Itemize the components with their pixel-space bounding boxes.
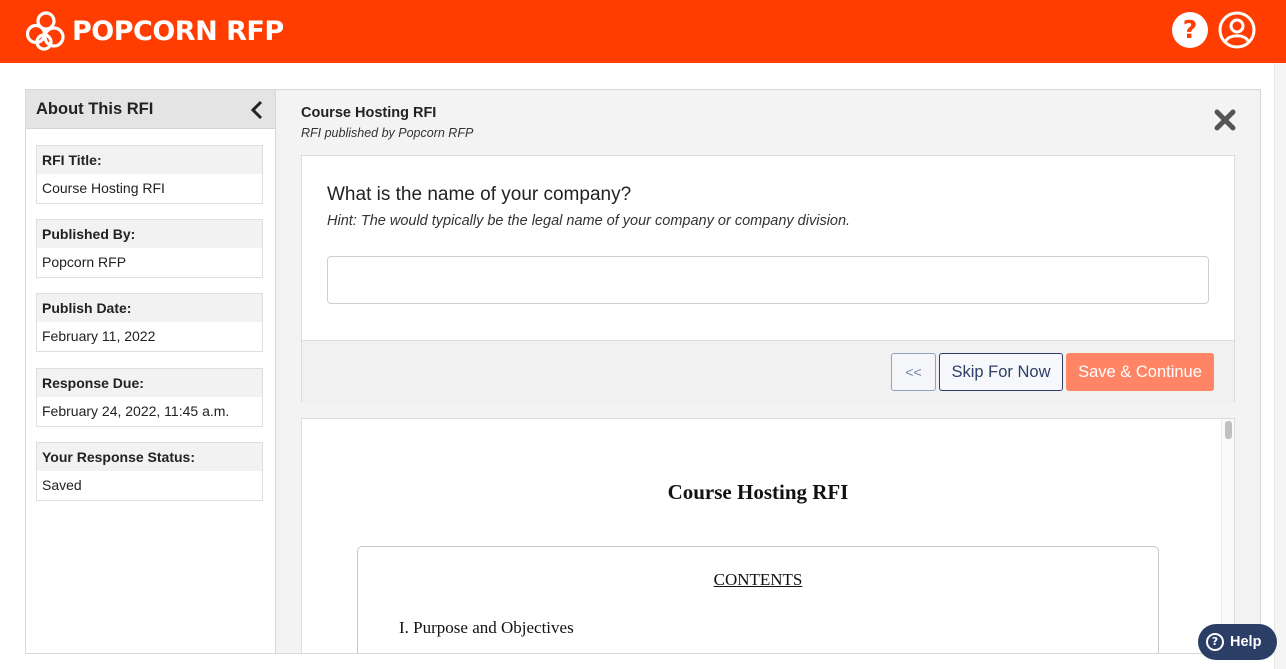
question-circle-icon: ? — [1206, 633, 1224, 651]
document-scrollbar-thumb[interactable] — [1225, 421, 1232, 439]
document-title: Course Hosting RFI — [667, 480, 849, 504]
document-scrollbar[interactable] — [1221, 419, 1234, 653]
question-hint: Hint: The would typically be the legal n… — [327, 213, 851, 229]
previous-question-button[interactable]: << — [891, 353, 936, 391]
brand-logo[interactable]: POPCORN RFP — [24, 9, 284, 53]
rfi-title: Course Hosting RFI — [301, 105, 437, 121]
help-widget-label: Help — [1230, 634, 1262, 650]
meta-rfi-title: RFI Title: Course Hosting RFI — [36, 145, 263, 204]
meta-value: Course Hosting RFI — [42, 180, 165, 196]
meta-published-by: Published By: Popcorn RFP — [36, 219, 263, 278]
meta-label: RFI Title: — [37, 146, 262, 174]
meta-response-status: Your Response Status: Saved — [36, 442, 263, 501]
page-scrollbar[interactable] — [1274, 63, 1286, 669]
meta-label: Publish Date: — [37, 294, 262, 322]
top-navigation-bar: POPCORN RFP ? — [0, 0, 1286, 63]
brand-name: POPCORN RFP — [72, 15, 284, 47]
rfi-publisher-subtitle: RFI published by Popcorn RFP — [301, 126, 474, 140]
meta-label: Published By: — [37, 220, 262, 248]
meta-publish-date: Publish Date: February 11, 2022 — [36, 293, 263, 352]
question-actions-bar: << Skip For Now Save & Continue — [302, 340, 1234, 402]
close-icon[interactable] — [1213, 108, 1237, 132]
table-of-contents: CONTENTS I. Purpose and Objectives — [357, 546, 1159, 653]
company-name-input[interactable] — [327, 256, 1209, 304]
meta-value: Popcorn RFP — [42, 254, 127, 270]
sidebar-header: About This RFI — [26, 90, 275, 129]
meta-label: Your Response Status: — [37, 443, 262, 471]
about-rfi-sidebar: About This RFI RFI Title: Course Hosting… — [25, 89, 276, 654]
user-account-icon[interactable] — [1218, 11, 1256, 49]
meta-label: Response Due: — [37, 369, 262, 397]
help-icon[interactable]: ? — [1172, 12, 1208, 48]
question-card: What is the name of your company? Hint: … — [301, 155, 1235, 402]
toc-item[interactable]: I. Purpose and Objectives — [399, 618, 574, 638]
meta-response-due: Response Due: February 24, 2022, 11:45 a… — [36, 368, 263, 427]
toc-heading: CONTENTS — [713, 570, 803, 589]
meta-value: February 11, 2022 — [42, 328, 156, 344]
sidebar-title: About This RFI — [36, 100, 154, 118]
rfi-document-viewer[interactable]: Course Hosting RFI CONTENTS I. Purpose a… — [301, 418, 1235, 653]
meta-value: Saved — [42, 477, 82, 493]
meta-value: February 24, 2022, 11:45 a.m. — [42, 403, 230, 419]
skip-for-now-button[interactable]: Skip For Now — [939, 353, 1063, 391]
chevron-left-icon[interactable] — [250, 100, 264, 120]
save-and-continue-button[interactable]: Save & Continue — [1066, 353, 1214, 391]
rfi-main-panel: Course Hosting RFI RFI published by Popc… — [276, 89, 1261, 654]
question-text: What is the name of your company? — [327, 184, 632, 205]
help-widget-button[interactable]: ? Help — [1198, 624, 1277, 660]
popcorn-logo-icon — [25, 11, 65, 51]
